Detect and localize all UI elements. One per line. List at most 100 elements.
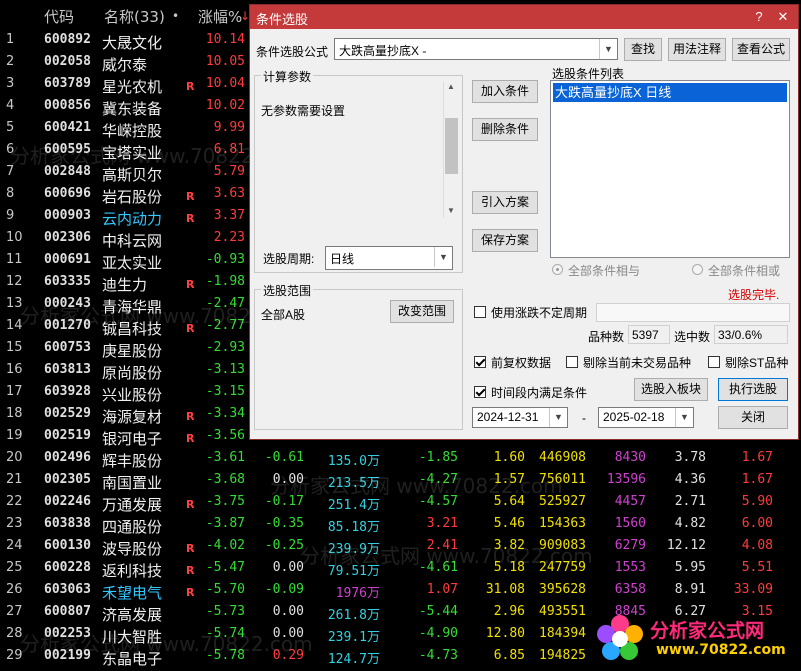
row-number: 18 [6,406,23,421]
field-7: 525927 [539,494,586,509]
close-icon[interactable]: ✕ [774,8,792,26]
scroll-down-icon[interactable]: ▼ [447,206,455,215]
formula-select[interactable]: 大跌高量抄底X - ▼ [334,38,618,60]
logo-url: www.70822.com [656,642,786,658]
change-percent: -5.78 [205,648,245,663]
table-row[interactable]: 21 002305 南国置业 -3.68 0.00 213.5万 -4.27 1.57 7560… [0,470,801,492]
change-range-button[interactable]: 改变范围 [390,300,454,323]
stock-name: 济高发展 [102,606,163,624]
add-condition-button[interactable]: 加入条件 [472,80,538,103]
usage-button[interactable]: 用法注释 [668,38,726,61]
change-percent: -4.02 [205,538,245,553]
volume: 261.8万 [327,608,380,623]
speed: -0.61 [264,450,304,465]
stock-code: 002496 [44,450,91,465]
stock-code: 600595 [44,142,91,157]
row-number: 12 [6,274,23,289]
chevron-down-icon[interactable]: ▼ [599,39,617,59]
change-percent: -3.56 [205,428,245,443]
stock-code: 600696 [44,186,91,201]
field-10: 33.09 [733,582,773,597]
condition-list-item[interactable]: 大跌高量抄底X 日线 [553,83,787,102]
stock-code: 002253 [44,626,91,641]
stock-code: 001270 [44,318,91,333]
exclude-untraded-checkbox[interactable] [566,356,578,368]
radio-or-label: 全部条件相或 [708,264,781,278]
count-label: 品种数 [588,330,625,344]
change-percent: 5.79 [213,164,245,179]
field-6: 12.80 [485,626,525,641]
stock-name: 高斯贝尔 [102,166,163,184]
stock-name: 冀东装备 [102,100,163,118]
stock-code: 600130 [44,538,91,553]
logo-title: 分析家公式网 [650,620,765,642]
speed: 0.00 [272,560,304,575]
stock-code: 002529 [44,406,91,421]
add-to-block-button[interactable]: 选股入板块 [634,378,708,401]
period-select[interactable]: 日线 ▼ [325,246,453,270]
stock-code: 603789 [44,76,91,91]
scrollbar-thumb[interactable] [445,118,458,174]
save-scheme-button[interactable]: 保存方案 [472,229,538,252]
stock-code: 600892 [44,32,91,47]
scrollbar[interactable]: ▲ ▼ [443,82,460,218]
uncertain-period-checkbox[interactable] [474,306,486,318]
table-row[interactable]: 24 600130 波导股份 R -4.02 -0.25 239.9万 2.41 3.82 909… [0,536,801,558]
stock-code: 600421 [44,120,91,135]
condition-list[interactable]: 大跌高量抄底X 日线 [550,80,790,258]
help-icon[interactable]: ? [750,8,768,26]
dialog-titlebar: 条件选股 ? ✕ [250,5,798,29]
stock-code: 600228 [44,560,91,575]
end-date-picker[interactable]: 2025-02-18 ▼ [598,407,694,428]
uncertain-period-label: 使用涨跌不定周期 [491,306,588,320]
radio-or[interactable] [692,264,703,275]
delete-condition-button[interactable]: 删除条件 [472,118,538,141]
view-formula-button[interactable]: 查看公式 [732,38,790,61]
field-5: -4.73 [418,648,458,663]
chevron-down-icon[interactable]: ▼ [434,247,452,267]
table-row[interactable]: 26 603063 禾望电气 R -5.70 -0.09 1976万 1.07 31.08 395… [0,580,801,602]
field-10: 4.08 [741,538,773,553]
header-change[interactable]: 涨幅% [198,6,242,27]
table-row[interactable]: 25 600228 返利科技 R -5.47 0.00 79.51万 -4.61 5.18 247… [0,558,801,580]
margin-flag: R [186,410,195,423]
chevron-down-icon[interactable]: ▼ [549,408,567,427]
start-date-value: 2024-12-31 [477,410,539,424]
table-row[interactable]: 20 002496 辉丰股份 -3.61 -0.61 135.0万 -1.85 1.60 446… [0,448,801,470]
scroll-up-icon[interactable]: ▲ [447,82,455,91]
start-date-picker[interactable]: 2024-12-31 ▼ [472,407,568,428]
header-code[interactable]: 代码 [44,6,74,27]
import-scheme-button[interactable]: 引入方案 [472,191,538,214]
volume: 213.5万 [327,476,380,491]
field-5: -4.27 [418,472,458,487]
field-8: 1553 [614,560,646,575]
stock-code: 603838 [44,516,91,531]
field-7: 395628 [539,582,586,597]
row-number: 13 [6,296,23,311]
chevron-down-icon[interactable]: ▼ [675,408,693,427]
time-condition-checkbox[interactable] [474,386,486,398]
change-percent: 3.37 [213,208,245,223]
change-percent: -3.34 [205,406,245,421]
row-number: 29 [6,648,23,663]
run-screen-button[interactable]: 执行选股 [718,378,788,401]
field-7: 247759 [539,560,586,575]
pre-adjust-checkbox[interactable] [474,356,486,368]
header-name[interactable]: 名称(33) [104,6,165,27]
stock-name: 星光农机 [102,78,163,96]
table-row[interactable]: 22 002246 万通发展 R -3.75 -0.17 251.4万 -4.57 5.64 52… [0,492,801,514]
change-percent: -2.47 [205,296,245,311]
margin-flag: R [186,498,195,511]
field-6: 31.08 [485,582,525,597]
row-number: 4 [6,98,15,113]
exclude-st-checkbox[interactable] [708,356,720,368]
row-number: 24 [6,538,23,553]
close-button[interactable]: 关闭 [718,406,788,429]
stock-name: 华嵘控股 [102,122,163,140]
table-row[interactable]: 23 603838 四通股份 -3.87 -0.35 85.18万 3.21 5.46 1543… [0,514,801,536]
find-button[interactable]: 查找 [624,38,662,61]
field-7: 194825 [539,648,586,663]
stock-name: 川大智胜 [102,628,163,646]
speed: 0.00 [272,472,304,487]
radio-and[interactable] [552,264,563,275]
